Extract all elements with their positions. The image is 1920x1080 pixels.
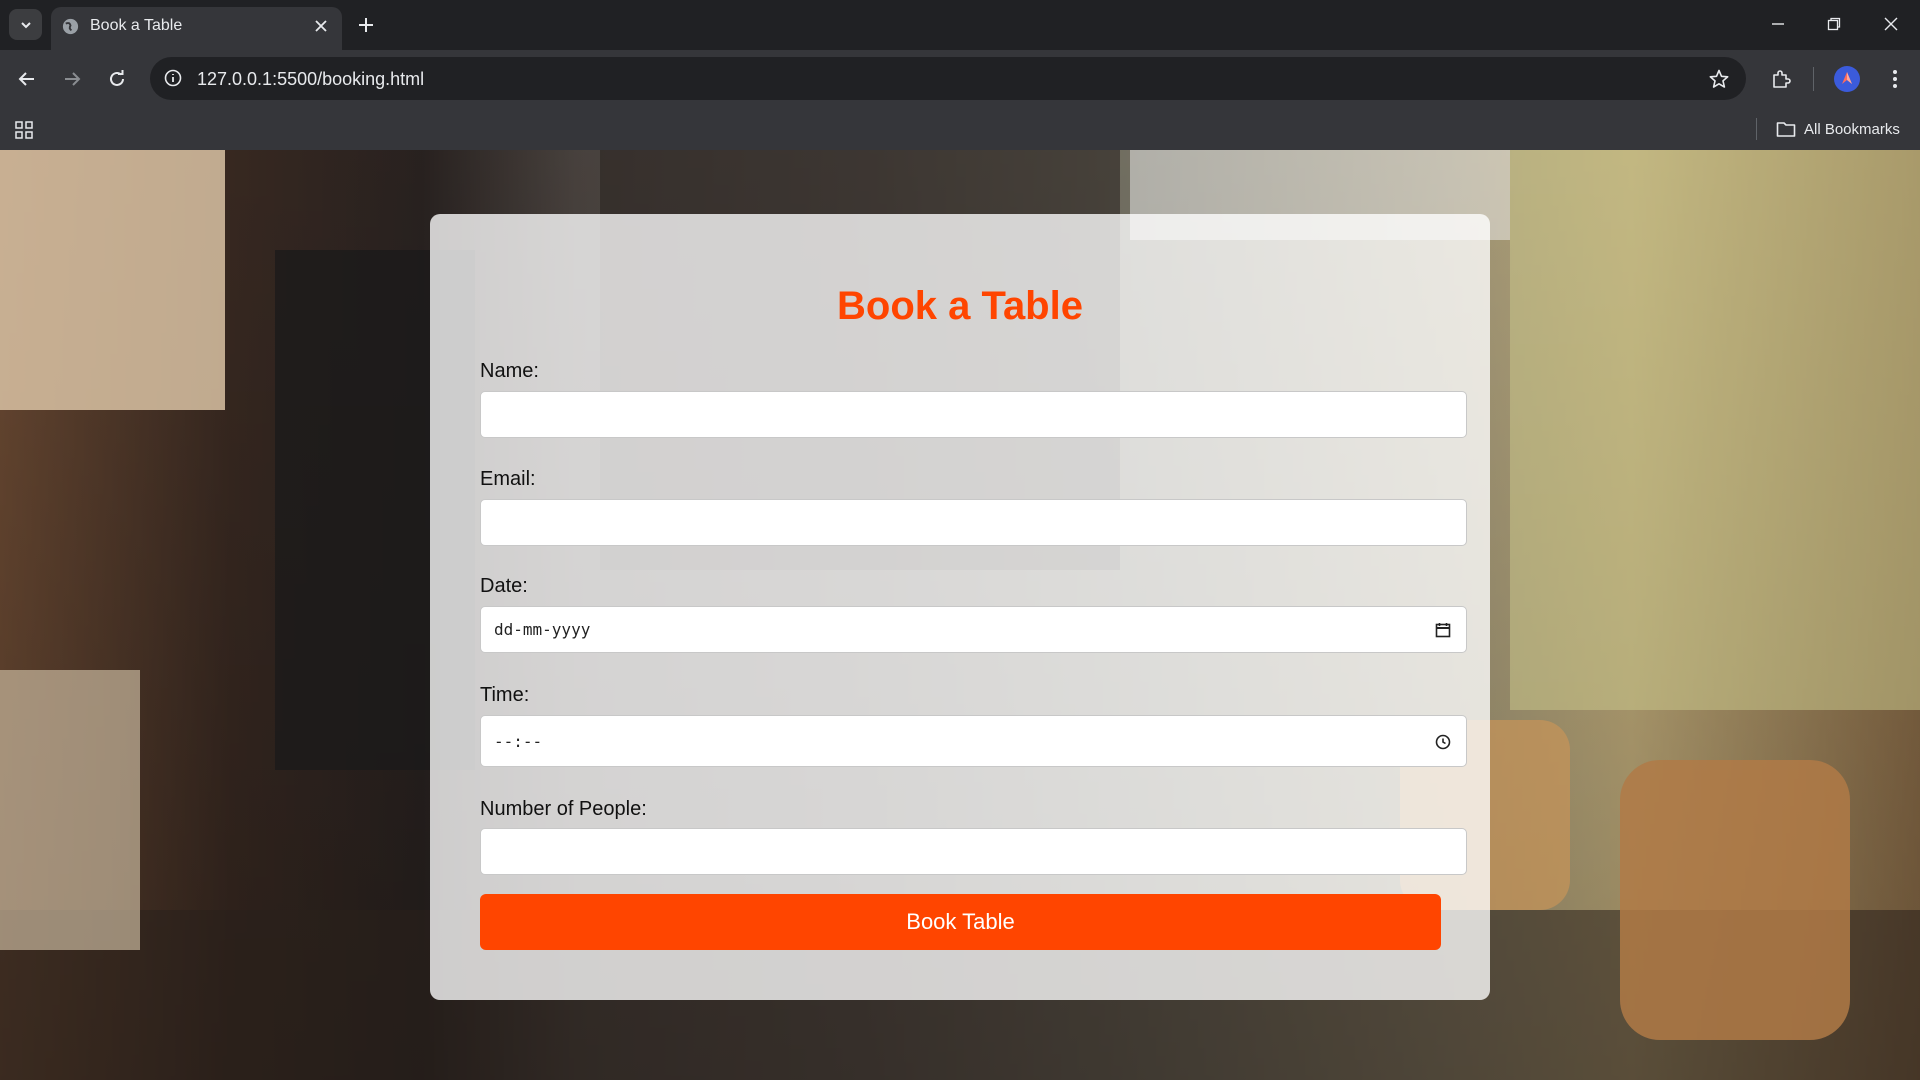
minimize-icon: [1772, 23, 1784, 25]
site-info-button[interactable]: [160, 65, 186, 91]
profile-icon: [1842, 72, 1852, 84]
booking-card: Book a Table Name: Email: Date: dd-mm-yy…: [430, 214, 1490, 1000]
people-input[interactable]: [480, 828, 1467, 875]
back-button[interactable]: [11, 63, 43, 95]
calendar-icon: [1435, 623, 1451, 638]
toolbar-divider: [1813, 67, 1814, 91]
name-label: Name:: [480, 360, 539, 382]
tab-title: Book a Table: [90, 17, 183, 34]
plus-icon: [359, 18, 373, 32]
address-bar[interactable]: 127.0.0.1:5500/booking.html: [150, 57, 1746, 100]
time-placeholder: --:--: [494, 732, 543, 751]
page-title: Book a Table: [837, 284, 1083, 328]
browser-menu-button[interactable]: [1880, 63, 1910, 95]
date-input[interactable]: dd-mm-yyyy: [480, 606, 1467, 653]
date-label: Date:: [480, 575, 528, 597]
forward-icon: [65, 72, 81, 86]
star-icon: [1709, 69, 1729, 88]
background-chair: [1620, 760, 1850, 1040]
date-placeholder: dd-mm-yyyy: [494, 620, 591, 639]
page-viewport: Book a Table Name: Email: Date: dd-mm-yy…: [0, 150, 1920, 1080]
chevron-down-icon: [20, 21, 31, 28]
apps-button[interactable]: [12, 118, 36, 142]
people-label: Number of People:: [480, 798, 647, 820]
close-icon: [315, 20, 327, 32]
background-wall-panel: [0, 150, 225, 410]
browser-tab[interactable]: Book a Table: [51, 7, 342, 50]
back-icon: [18, 72, 34, 86]
minimize-button[interactable]: [1758, 8, 1798, 40]
background-window: [1510, 150, 1920, 710]
apps-icon: [15, 121, 33, 139]
browser-toolbar: 127.0.0.1:5500/booking.html: [0, 50, 1920, 108]
bookmarks-divider: [1756, 118, 1757, 140]
restore-icon: [1827, 17, 1841, 31]
reload-icon: [110, 70, 124, 86]
book-table-button[interactable]: Book Table: [480, 894, 1441, 950]
all-bookmarks-button[interactable]: All Bookmarks: [1776, 116, 1900, 142]
folder-icon: [1776, 122, 1796, 137]
profile-button[interactable]: [1834, 66, 1860, 92]
time-input[interactable]: --:--: [480, 715, 1467, 767]
restore-button[interactable]: [1814, 8, 1854, 40]
close-icon: [1884, 17, 1898, 31]
time-picker-button[interactable]: [1434, 733, 1452, 751]
background-counter: [0, 670, 140, 950]
name-input[interactable]: [480, 391, 1467, 438]
close-window-button[interactable]: [1871, 8, 1911, 40]
globe-icon: [62, 18, 79, 35]
clock-icon: [1435, 734, 1451, 750]
url-text: 127.0.0.1:5500/booking.html: [197, 69, 425, 89]
bookmark-star-button[interactable]: [1706, 66, 1732, 92]
tab-search-button[interactable]: [9, 9, 42, 40]
new-tab-button[interactable]: [352, 11, 380, 39]
all-bookmarks-label: All Bookmarks: [1804, 120, 1900, 138]
extensions-icon: [1773, 70, 1791, 88]
forward-button[interactable]: [56, 63, 88, 95]
more-icon: [1893, 70, 1897, 88]
close-tab-button[interactable]: [310, 15, 332, 37]
reload-button[interactable]: [101, 63, 133, 95]
email-label: Email:: [480, 468, 536, 490]
calendar-picker-button[interactable]: [1434, 621, 1452, 639]
time-label: Time:: [480, 684, 530, 706]
email-input[interactable]: [480, 499, 1467, 546]
tab-strip: Book a Table: [0, 0, 1920, 50]
extensions-button[interactable]: [1765, 63, 1797, 95]
site-info-icon: [164, 69, 182, 87]
bookmarks-bar: All Bookmarks: [0, 108, 1920, 150]
